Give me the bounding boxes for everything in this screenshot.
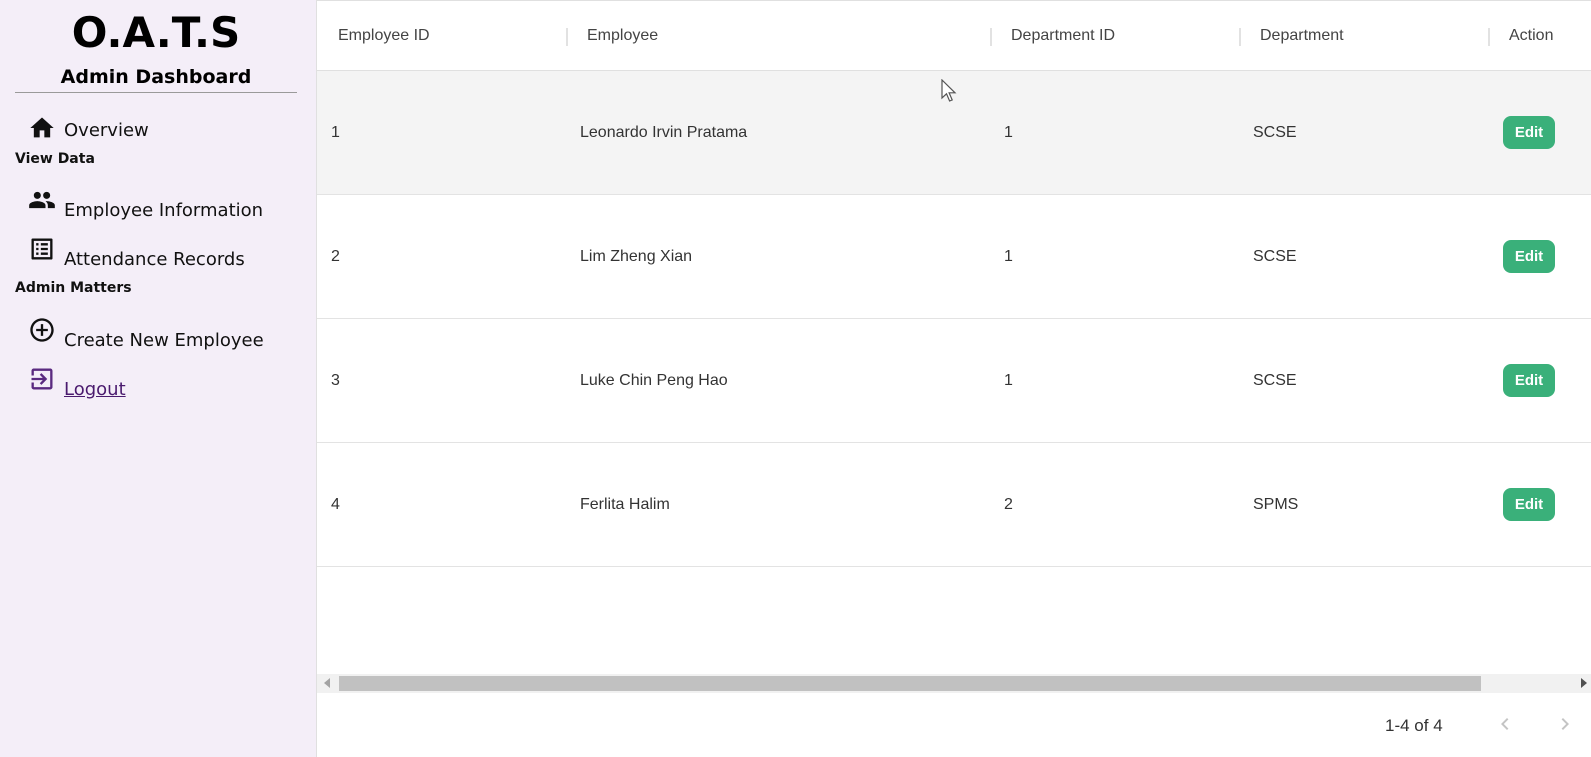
cell-employee-id: 4 <box>331 495 340 513</box>
column-header-department[interactable]: Department <box>1260 1 1344 71</box>
column-header-action[interactable]: Action <box>1509 1 1553 71</box>
nav-item-employee-information[interactable]: Employee Information <box>28 186 263 222</box>
cell-employee-id: 1 <box>331 123 340 141</box>
logout-link[interactable]: Logout <box>64 379 126 401</box>
previous-page-button[interactable] <box>1493 712 1517 738</box>
nav-item-create-new-employee[interactable]: Create New Employee <box>28 316 264 352</box>
nav-item-overview[interactable]: Overview <box>28 106 149 142</box>
cell-employee-name: Leonardo Irvin Pratama <box>580 123 748 141</box>
sidebar: O.A.T.S Admin Dashboard Overview View Da… <box>0 0 316 757</box>
edit-button[interactable]: Edit <box>1503 364 1555 397</box>
section-title-view-data: View Data <box>15 151 95 167</box>
table-header-row: Employee ID Employee Department ID Depar… <box>317 0 1591 71</box>
edit-button[interactable]: Edit <box>1503 240 1555 273</box>
people-icon <box>28 186 56 214</box>
horizontal-scrollbar[interactable] <box>317 674 1591 693</box>
cell-department-id: 2 <box>1004 495 1013 513</box>
edit-button[interactable]: Edit <box>1503 488 1555 521</box>
cell-employee-name: Ferlita Halim <box>580 495 670 513</box>
column-separator[interactable] <box>1239 28 1241 46</box>
cell-department: SCSE <box>1253 123 1297 141</box>
column-separator[interactable] <box>990 28 992 46</box>
table-row[interactable]: 2 Lim Zheng Xian 1 SCSE Edit <box>317 195 1591 319</box>
table-row[interactable]: 3 Luke Chin Peng Hao 1 SCSE Edit <box>317 319 1591 443</box>
cell-employee-name: Lim Zheng Xian <box>580 247 693 265</box>
edit-button[interactable]: Edit <box>1503 116 1555 149</box>
brand-title: O.A.T.S <box>71 8 241 57</box>
nav-item-employee-information-label: Employee Information <box>64 200 264 221</box>
add-circle-icon <box>28 316 56 344</box>
chevron-right-icon <box>1561 718 1569 730</box>
mouse-cursor-icon <box>941 79 957 102</box>
nav-item-attendance-records-label: Attendance Records <box>64 249 245 270</box>
column-separator[interactable] <box>1488 28 1490 46</box>
nav-item-logout[interactable]: Logout <box>28 365 126 401</box>
cell-department: SCSE <box>1253 247 1297 265</box>
cell-department: SPMS <box>1253 495 1299 513</box>
nav-item-attendance-records[interactable]: Attendance Records <box>28 235 245 271</box>
table-row[interactable]: 4 Ferlita Halim 2 SPMS Edit <box>317 443 1591 567</box>
cell-employee-id: 3 <box>331 371 340 389</box>
column-header-employee[interactable]: Employee <box>587 1 658 71</box>
pagination-range: 1-4 of 4 <box>1385 716 1443 735</box>
cell-employee-name: Luke Chin Peng Hao <box>580 371 728 389</box>
home-icon <box>28 114 56 142</box>
list-icon <box>28 235 56 263</box>
column-header-employee-id[interactable]: Employee ID <box>338 1 430 71</box>
cell-department-id: 1 <box>1004 371 1013 389</box>
section-title-admin-matters: Admin Matters <box>15 280 132 296</box>
cell-department-id: 1 <box>1004 123 1013 141</box>
brand-subtitle: Admin Dashboard <box>60 66 252 88</box>
next-page-button[interactable] <box>1553 712 1577 738</box>
scrollbar-thumb[interactable] <box>339 676 1481 691</box>
scroll-right-arrow-icon[interactable] <box>1581 678 1587 688</box>
cell-department-id: 1 <box>1004 247 1013 265</box>
brand-divider <box>15 92 297 93</box>
nav-item-create-new-employee-label: Create New Employee <box>64 330 264 351</box>
column-header-department-id[interactable]: Department ID <box>1011 1 1115 71</box>
logout-icon <box>28 365 56 393</box>
column-separator[interactable] <box>566 28 568 46</box>
cell-department: SCSE <box>1253 371 1297 389</box>
chevron-left-icon <box>1501 718 1509 730</box>
nav-item-overview-label: Overview <box>64 120 149 141</box>
scroll-left-arrow-icon[interactable] <box>324 678 330 688</box>
employee-table: Employee ID Employee Department ID Depar… <box>316 0 1591 757</box>
cell-employee-id: 2 <box>331 247 340 265</box>
